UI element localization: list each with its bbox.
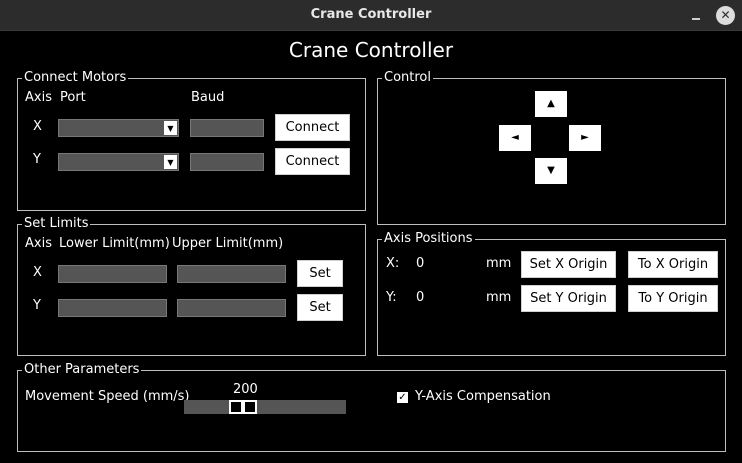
y-lower-limit-field[interactable]: [58, 299, 167, 317]
connect-axis-header: Axis: [25, 90, 52, 105]
connect-baud-header: Baud: [191, 90, 225, 105]
movement-speed-value: 200: [233, 382, 258, 397]
chevron-down-icon[interactable]: ▼: [164, 155, 177, 169]
control-title: Control: [382, 70, 433, 86]
y-baud-field[interactable]: [190, 153, 264, 171]
limits-y-axis-label: Y: [33, 298, 41, 313]
close-icon[interactable]: ✕: [716, 6, 735, 25]
upper-limit-header: Upper Limit(mm): [172, 236, 284, 251]
other-parameters-title: Other Parameters: [22, 362, 142, 378]
to-x-origin-button[interactable]: To X Origin: [628, 251, 718, 278]
set-x-origin-button[interactable]: Set X Origin: [521, 251, 616, 278]
connect-port-header: Port: [60, 90, 86, 105]
connect-motors-title: Connect Motors: [22, 70, 129, 86]
y-port-select[interactable]: ▼: [58, 153, 179, 171]
move-right-button[interactable]: ►: [569, 125, 601, 151]
y-set-limit-button[interactable]: Set: [297, 294, 343, 321]
x-set-limit-button[interactable]: Set: [297, 260, 343, 287]
limits-axis-header: Axis: [25, 236, 52, 251]
x-port-select[interactable]: ▼: [58, 119, 179, 137]
x-baud-field[interactable]: [190, 119, 264, 137]
x-position-label: X:: [386, 256, 400, 271]
x-position-unit: mm: [486, 256, 512, 271]
window-title: Crane Controller: [310, 7, 432, 22]
y-axis-compensation-label: Y-Axis Compensation: [415, 389, 551, 404]
minimize-icon[interactable]: [689, 7, 703, 23]
y-position-value: 0: [416, 290, 425, 305]
limits-x-axis-label: X: [33, 265, 42, 280]
x-lower-limit-field[interactable]: [58, 265, 167, 283]
movement-speed-slider[interactable]: [184, 400, 346, 414]
axis-positions-title: Axis Positions: [382, 231, 475, 247]
move-left-button[interactable]: ◄: [499, 125, 531, 151]
x-position-value: 0: [416, 256, 425, 271]
page-title: Crane Controller: [288, 38, 454, 62]
to-y-origin-button[interactable]: To Y Origin: [628, 285, 718, 312]
y-upper-limit-field[interactable]: [177, 299, 286, 317]
move-up-button[interactable]: ▲: [535, 91, 567, 117]
y-axis-compensation-checkbox[interactable]: ✓: [397, 392, 408, 403]
connect-y-axis-label: Y: [33, 152, 41, 167]
y-position-unit: mm: [486, 290, 512, 305]
set-limits-title: Set Limits: [22, 216, 91, 232]
y-connect-button[interactable]: Connect: [275, 148, 350, 175]
set-y-origin-button[interactable]: Set Y Origin: [521, 285, 616, 312]
x-upper-limit-field[interactable]: [177, 265, 286, 283]
move-down-button[interactable]: ▼: [535, 158, 567, 184]
x-connect-button[interactable]: Connect: [275, 114, 350, 141]
slider-handle[interactable]: [229, 400, 257, 414]
other-parameters-group: Other Parameters: [17, 362, 726, 452]
chevron-down-icon[interactable]: ▼: [164, 121, 177, 135]
connect-x-axis-label: X: [33, 119, 42, 134]
y-position-label: Y:: [386, 290, 397, 305]
window-titlebar: Crane Controller ✕: [0, 0, 742, 31]
movement-speed-label: Movement Speed (mm/s): [25, 389, 190, 404]
lower-limit-header: Lower Limit(mm): [59, 236, 170, 251]
